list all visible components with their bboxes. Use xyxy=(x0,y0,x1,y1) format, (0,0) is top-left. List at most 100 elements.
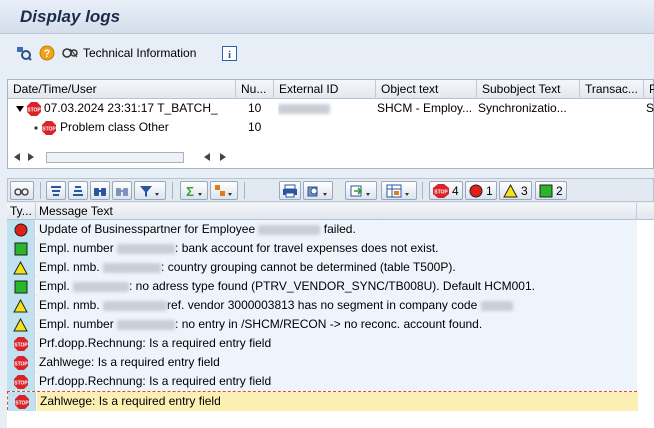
red-light-icon xyxy=(469,184,483,198)
scroll-right-icon[interactable] xyxy=(220,153,226,161)
filter-icon xyxy=(139,184,161,198)
message-row[interactable]: STOP Zahlwege: Is a required entry field xyxy=(7,353,637,372)
message-row[interactable]: Empl. number : bank account for travel e… xyxy=(7,239,637,258)
help-icon[interactable]: ? xyxy=(38,44,56,62)
message-text: Empl. number : no entry in /SHCM/RECON -… xyxy=(36,315,637,334)
col-transaction[interactable]: Transac... xyxy=(580,80,644,99)
col-date-time-user[interactable]: Date/Time/User xyxy=(8,80,236,99)
message-type-cell xyxy=(7,220,35,239)
scroll-thumb[interactable] xyxy=(46,152,184,163)
filter-error-button[interactable]: 1 xyxy=(465,181,497,200)
error-count: 1 xyxy=(486,183,493,198)
log-external-id xyxy=(278,99,368,118)
layout-button[interactable] xyxy=(381,181,417,200)
svg-text:STOP: STOP xyxy=(14,342,28,348)
filter-button[interactable] xyxy=(134,181,166,200)
stop-count: 4 xyxy=(452,183,459,198)
export-icon xyxy=(350,184,372,198)
log-number: 10 xyxy=(248,101,262,115)
scroll-right-icon[interactable] xyxy=(28,153,34,161)
stop-icon: STOP xyxy=(14,394,29,409)
views-icon xyxy=(307,184,329,198)
views-button[interactable] xyxy=(303,181,333,200)
tree-row-log[interactable]: STOP 07.03.2024 23:31:17 T_BATCH_ 10 SHC… xyxy=(8,99,654,118)
svg-text:i: i xyxy=(227,49,230,61)
svg-text:?: ? xyxy=(44,48,51,60)
col-p[interactable]: P xyxy=(644,80,654,99)
sort-ascending-button[interactable] xyxy=(46,181,66,200)
message-row[interactable]: Empl. nmb. : country grouping cannot be … xyxy=(7,258,637,277)
message-row[interactable]: Update of Businesspartner for Employee f… xyxy=(7,220,637,239)
success-count: 2 xyxy=(556,183,563,198)
red-light-icon xyxy=(14,223,28,237)
tree-header: Date/Time/User Nu... External ID Object … xyxy=(8,80,654,99)
expand-tree-icon[interactable] xyxy=(15,44,33,62)
col-message-text[interactable]: Message Text xyxy=(36,203,637,220)
message-type-cell xyxy=(7,258,35,277)
svg-text:STOP: STOP xyxy=(15,400,29,406)
technical-information-button[interactable]: Technical Information xyxy=(62,44,196,62)
message-text: Zahlwege: Is a required entry field xyxy=(37,392,638,411)
yellow-triangle-icon xyxy=(13,298,28,313)
message-row[interactable]: STOP Prf.dopp.Rechnung: Is a required en… xyxy=(7,372,637,391)
stop-icon: STOP xyxy=(13,336,28,351)
filter-warning-button[interactable]: 3 xyxy=(499,181,532,200)
stop-icon: STOP xyxy=(433,183,449,198)
col-type[interactable]: Ty... xyxy=(7,203,36,220)
bullet-icon xyxy=(34,125,38,130)
message-type-cell: STOP xyxy=(7,353,35,372)
scroll-left-icon[interactable] xyxy=(204,153,210,161)
col-number[interactable]: Nu... xyxy=(236,80,274,99)
message-type-cell xyxy=(7,239,35,258)
total-button[interactable]: Σ xyxy=(180,181,208,200)
sort-ascending-icon xyxy=(49,184,63,198)
col-object-text[interactable]: Object text xyxy=(376,80,477,99)
message-row-selected[interactable]: STOP Zahlwege: Is a required entry field xyxy=(7,391,638,411)
message-row[interactable]: Empl. number : no entry in /SHCM/RECON -… xyxy=(7,315,637,334)
grid-header: Ty... Message Text xyxy=(7,203,654,220)
print-button[interactable] xyxy=(279,181,301,200)
yellow-triangle-icon xyxy=(13,317,28,332)
collapse-triangle-icon[interactable] xyxy=(16,105,24,113)
svg-text:STOP: STOP xyxy=(42,126,56,132)
info-icon[interactable]: i xyxy=(220,44,238,62)
filter-success-button[interactable]: 2 xyxy=(535,181,567,200)
message-type-cell xyxy=(7,315,35,334)
message-text: Update of Businesspartner for Employee f… xyxy=(36,220,637,239)
technical-details-button[interactable] xyxy=(10,181,34,200)
filter-stop-button[interactable]: STOP 4 xyxy=(429,181,463,200)
subtotal-button[interactable] xyxy=(210,181,238,200)
export-button[interactable] xyxy=(345,181,377,200)
toolbar-separator xyxy=(422,182,423,199)
scroll-left-icon[interactable] xyxy=(14,153,20,161)
find-button[interactable] xyxy=(90,181,110,200)
technical-info-label: Technical Information xyxy=(83,46,197,60)
find-next-button[interactable] xyxy=(112,181,132,200)
log-p: S xyxy=(646,101,654,115)
technical-info-icon xyxy=(62,46,80,60)
toolbar-separator xyxy=(172,182,173,199)
message-text: Prf.dopp.Rechnung: Is a required entry f… xyxy=(36,334,637,353)
yellow-triangle-icon xyxy=(503,183,518,198)
col-subobject-text[interactable]: Subobject Text xyxy=(477,80,580,99)
warning-count: 3 xyxy=(521,183,528,198)
page-title: Display logs xyxy=(20,7,121,26)
message-type-cell xyxy=(7,277,35,296)
green-square-icon xyxy=(14,242,28,256)
tree-horizontal-scrollbar[interactable] xyxy=(8,150,653,168)
sort-descending-button[interactable] xyxy=(68,181,88,200)
log-subobject-text: Synchronizatio... xyxy=(478,101,567,115)
subtotal-icon xyxy=(214,184,234,198)
tree-row-problem-class[interactable]: STOP Problem class Other 10 xyxy=(8,118,653,137)
col-external-id[interactable]: External ID xyxy=(274,80,376,99)
message-row[interactable]: STOP Prf.dopp.Rechnung: Is a required en… xyxy=(7,334,637,353)
message-row[interactable]: Empl. : no adress type found (PTRV_VENDO… xyxy=(7,277,637,296)
message-grid: Ty... Message Text Update of Businesspar… xyxy=(7,203,654,428)
binoculars-icon xyxy=(93,184,107,198)
message-row[interactable]: Empl. nmb. ref. vendor 3000003813 has no… xyxy=(7,296,637,315)
log-date-time-user: 07.03.2024 23:31:17 T_BATCH_ xyxy=(44,101,218,115)
svg-text:Σ: Σ xyxy=(186,184,194,198)
message-text: Empl. number : bank account for travel e… xyxy=(36,239,637,258)
log-tree: Date/Time/User Nu... External ID Object … xyxy=(7,79,654,169)
message-text: Empl. nmb. : country grouping cannot be … xyxy=(36,258,637,277)
